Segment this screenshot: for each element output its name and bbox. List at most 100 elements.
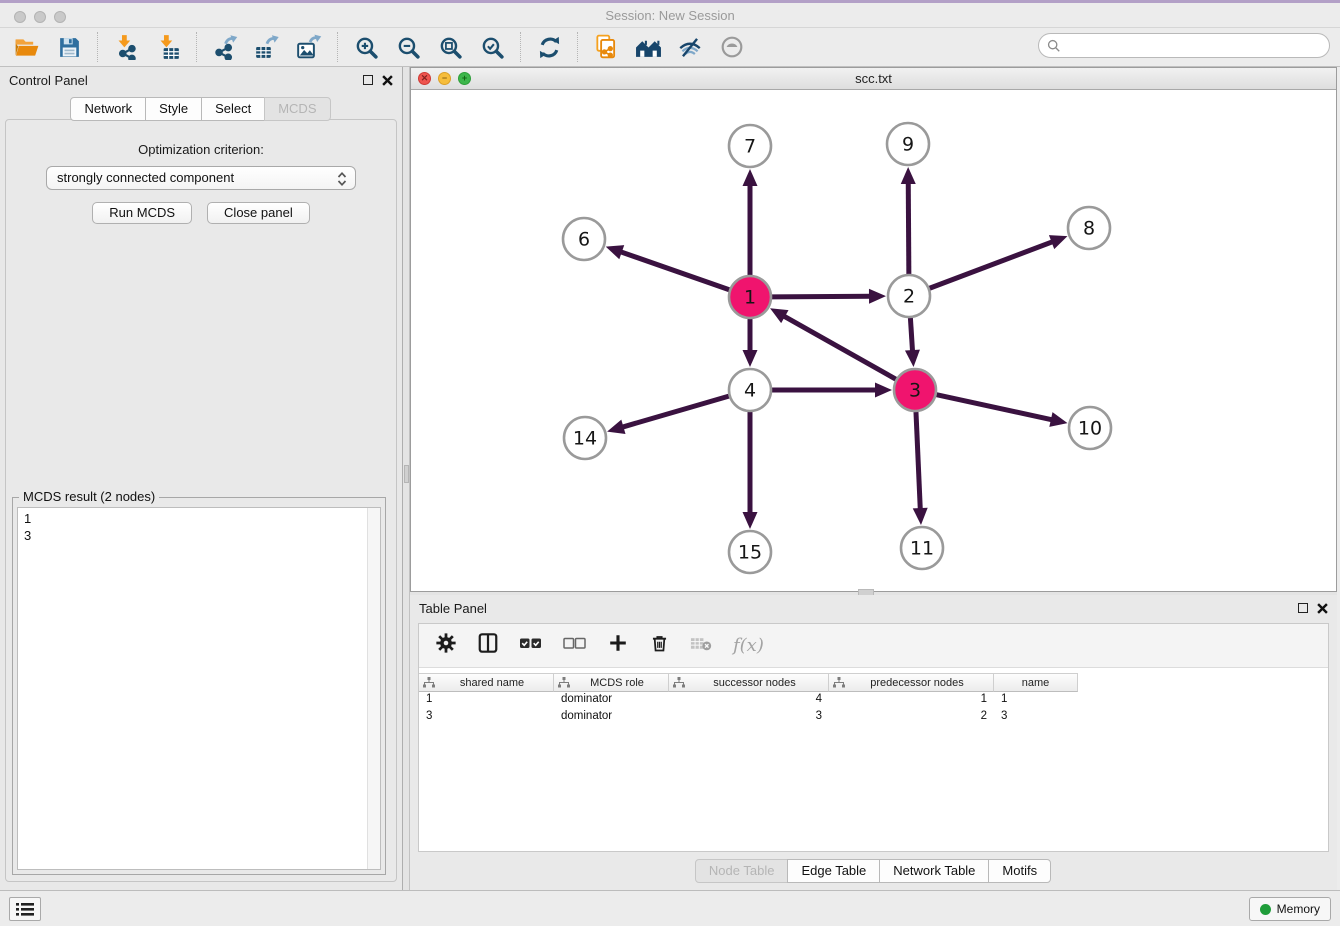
tab-network-table[interactable]: Network Table (879, 859, 989, 883)
graph-edge[interactable] (908, 181, 909, 274)
graph-node-label: 2 (903, 286, 915, 308)
close-panel-icon[interactable] (382, 75, 393, 86)
table-row[interactable]: 1 dominator 4 1 1 (419, 692, 1328, 709)
close-panel-button[interactable]: Close panel (207, 202, 310, 224)
edge-arrowhead-icon (875, 383, 892, 398)
float-panel-icon[interactable] (363, 75, 373, 85)
edge-arrowhead-icon (743, 350, 758, 367)
tab-mcds[interactable]: MCDS (264, 97, 330, 121)
show-all-icon[interactable] (714, 31, 750, 63)
control-panel-title: Control Panel (9, 73, 88, 88)
cell-shared-name[interactable]: 3 (419, 709, 554, 726)
zoom-in-icon[interactable] (348, 31, 384, 63)
cell-shared-name[interactable]: 1 (419, 692, 554, 709)
zoom-selected-icon[interactable] (474, 31, 510, 63)
open-session-icon[interactable] (9, 31, 45, 63)
network-canvas[interactable]: 7968124314101511 (411, 90, 1336, 591)
tab-node-table[interactable]: Node Table (695, 859, 789, 883)
column-header-name[interactable]: name (994, 673, 1078, 692)
mcds-result-list[interactable]: 1 3 (17, 507, 381, 870)
cell-predecessor-nodes[interactable]: 1 (829, 692, 994, 709)
result-line: 1 (24, 510, 374, 527)
refresh-layout-icon[interactable] (531, 31, 567, 63)
task-history-button[interactable] (9, 897, 41, 921)
first-neighbors-icon[interactable] (630, 31, 666, 63)
graph-edge[interactable] (782, 315, 896, 379)
graph-node-label: 10 (1078, 418, 1102, 440)
result-scrollbar[interactable] (367, 508, 380, 869)
float-panel-icon[interactable] (1298, 603, 1308, 613)
delete-column-icon[interactable] (649, 633, 670, 659)
split-columns-icon[interactable] (477, 632, 499, 659)
cell-name[interactable]: 3 (994, 709, 1078, 726)
cell-successor-nodes[interactable]: 3 (669, 709, 829, 726)
cell-name[interactable]: 1 (994, 692, 1078, 709)
save-session-icon[interactable] (51, 31, 87, 63)
edge-arrowhead-icon (869, 289, 886, 304)
export-network-icon[interactable] (207, 31, 243, 63)
graph-node-label: 3 (909, 380, 921, 402)
add-column-icon[interactable] (607, 632, 629, 659)
tab-select[interactable]: Select (201, 97, 265, 121)
edge-arrowhead-icon (743, 512, 758, 529)
tab-style[interactable]: Style (145, 97, 202, 121)
tab-edge-table[interactable]: Edge Table (787, 859, 880, 883)
new-network-from-selection-icon[interactable] (588, 31, 624, 63)
toolbar-separator (520, 32, 521, 62)
tab-motifs[interactable]: Motifs (988, 859, 1051, 883)
graph-edge[interactable] (930, 241, 1055, 288)
graph-node-label: 7 (744, 136, 756, 158)
column-header-successor-nodes[interactable]: successor nodes (669, 673, 829, 692)
vertical-splitter[interactable] (403, 67, 410, 890)
import-table-icon[interactable] (150, 31, 186, 63)
column-header-shared-name[interactable]: shared name (419, 673, 554, 692)
splitter-handle[interactable] (404, 465, 409, 483)
search-input[interactable] (1066, 36, 1329, 56)
optimization-criterion-select[interactable]: strongly connected component (46, 166, 356, 190)
select-all-icon[interactable] (519, 635, 543, 656)
tab-network[interactable]: Network (70, 97, 146, 121)
cell-successor-nodes[interactable]: 4 (669, 692, 829, 709)
graph-edge[interactable] (910, 318, 912, 353)
deselect-all-icon[interactable] (563, 635, 587, 656)
gear-icon[interactable] (435, 632, 457, 659)
graph-edge[interactable] (619, 251, 729, 290)
edge-arrowhead-icon (913, 508, 928, 525)
close-panel-icon[interactable] (1317, 603, 1328, 614)
import-network-icon[interactable] (108, 31, 144, 63)
toolbar-separator (97, 32, 98, 62)
delete-table-icon[interactable] (690, 634, 713, 657)
graph-node-label: 9 (902, 134, 914, 156)
memory-label: Memory (1277, 902, 1320, 916)
cell-mcds-role[interactable]: dominator (554, 692, 669, 709)
zoom-fit-icon[interactable] (432, 31, 468, 63)
cell-mcds-role[interactable]: dominator (554, 709, 669, 726)
run-mcds-button[interactable]: Run MCDS (92, 202, 192, 224)
memory-button[interactable]: Memory (1249, 897, 1331, 921)
search-field[interactable] (1038, 33, 1330, 58)
zoom-out-icon[interactable] (390, 31, 426, 63)
control-panel-header: Control Panel (0, 67, 402, 93)
graph-node-label: 4 (744, 380, 756, 402)
table-row[interactable]: 3 dominator 3 2 3 (419, 709, 1328, 726)
hide-selected-icon[interactable] (672, 31, 708, 63)
optimization-criterion-label: Optimization criterion: (6, 142, 396, 157)
shared-column-icon (423, 677, 435, 688)
titlebar: Session: New Session (0, 0, 1340, 28)
table-panel-title: Table Panel (419, 601, 487, 616)
graph-edge[interactable] (772, 296, 872, 297)
export-table-icon[interactable] (249, 31, 285, 63)
export-image-icon[interactable] (291, 31, 327, 63)
graph-node-label: 14 (573, 428, 597, 450)
graph-edge[interactable] (936, 395, 1053, 420)
column-header-predecessor-nodes[interactable]: predecessor nodes (829, 673, 994, 692)
toolbar-separator (577, 32, 578, 62)
network-graph[interactable]: 7968124314101511 (411, 90, 1336, 591)
shared-column-icon (673, 677, 685, 688)
graph-edge[interactable] (916, 412, 920, 511)
function-builder-icon[interactable]: f(x) (733, 635, 764, 656)
shared-column-icon (833, 677, 845, 688)
column-header-mcds-role[interactable]: MCDS role (554, 673, 669, 692)
cell-predecessor-nodes[interactable]: 2 (829, 709, 994, 726)
graph-edge[interactable] (621, 396, 729, 428)
